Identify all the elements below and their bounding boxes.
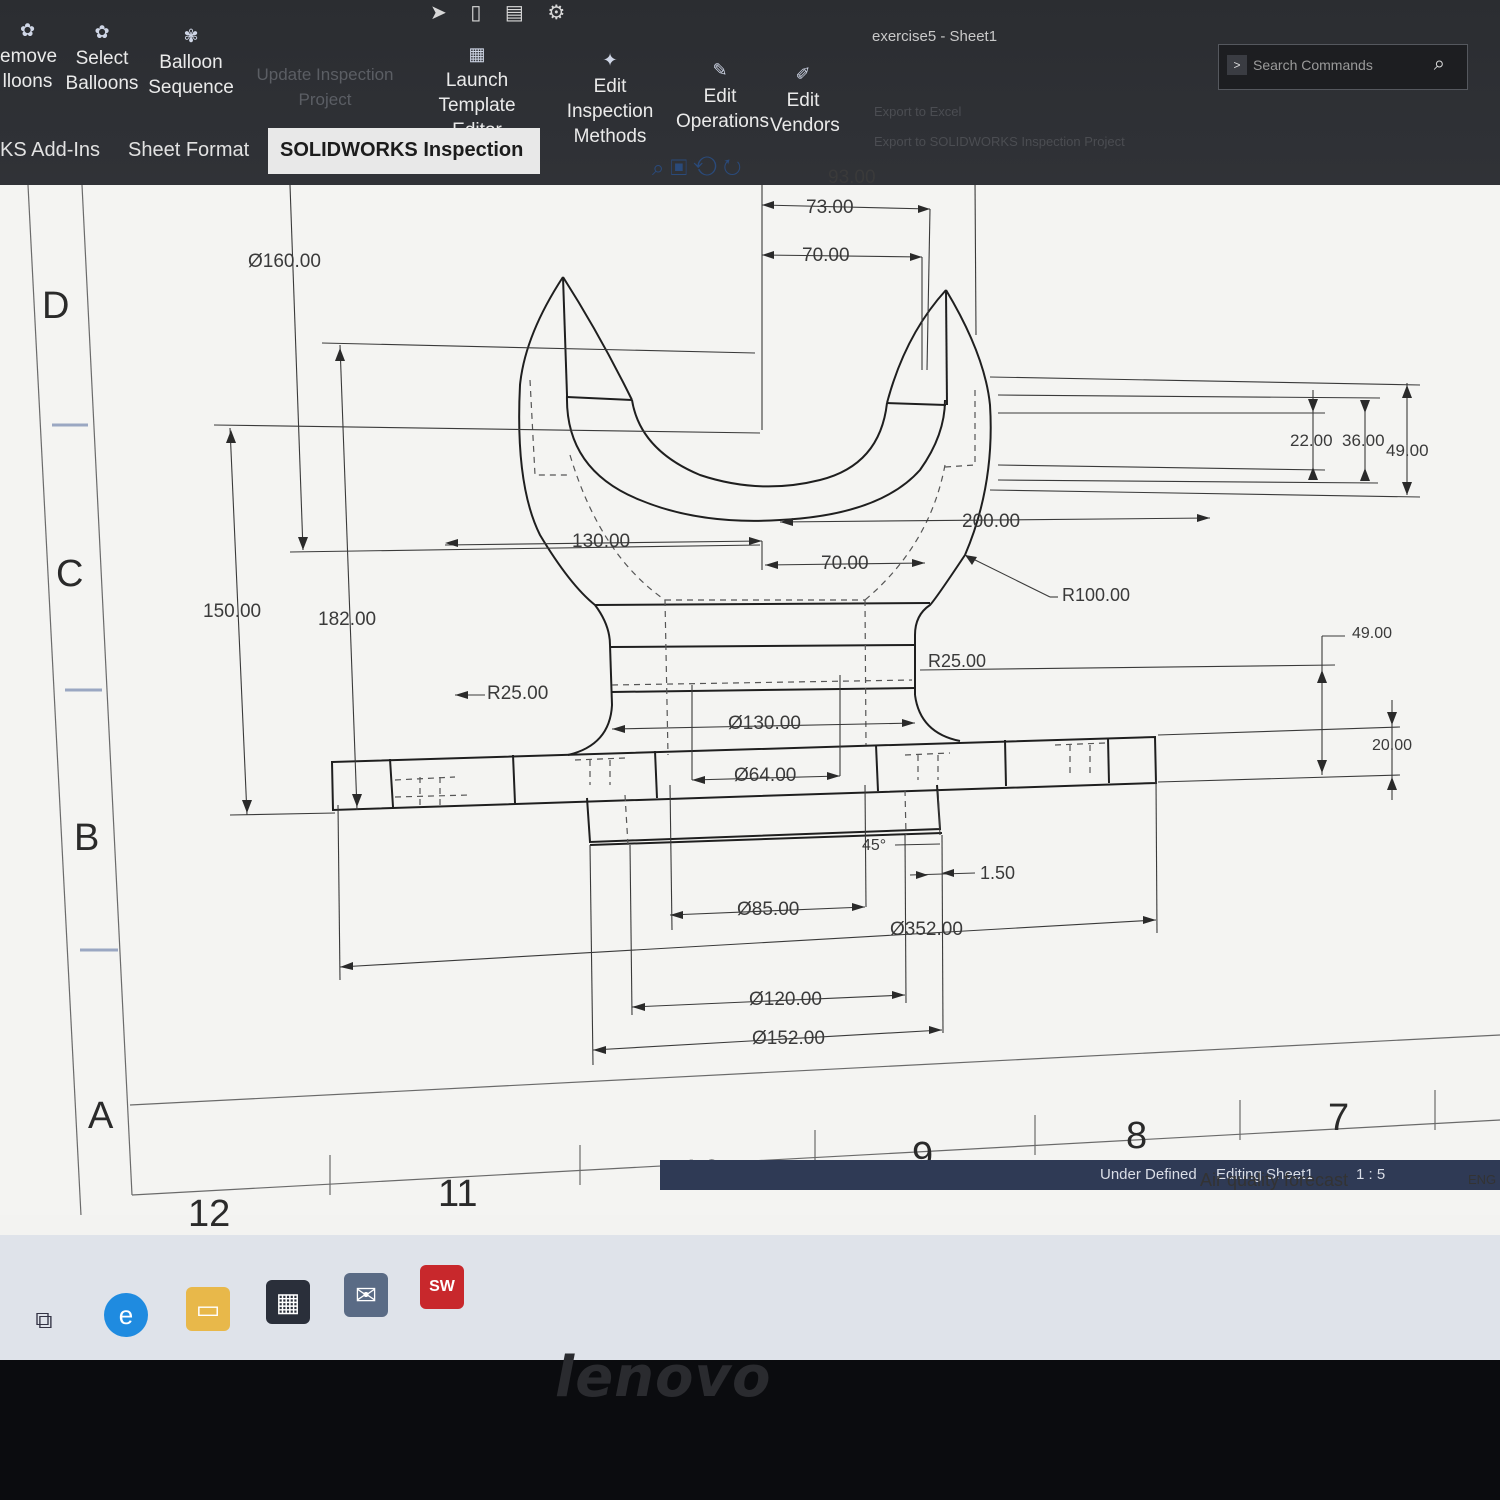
file-properties-icon[interactable]: ▤ [505,2,524,24]
dim-130[interactable]: 130.00 [572,531,630,553]
search-icon[interactable]: ⌕ [1434,53,1445,76]
clipboard-icon[interactable]: ▯ [470,2,481,24]
search-input[interactable]: Search Commands [1253,57,1373,73]
dim-70-mid[interactable]: 70.00 [821,553,869,575]
store-icon[interactable]: ▦ [266,1280,310,1324]
zoom-to-fit-icon[interactable]: ⌕ [652,155,664,180]
mail-icon[interactable]: ✉ [344,1273,388,1317]
dim-182[interactable]: 182.00 [318,609,376,631]
zoom-area-icon[interactable]: ▣ [670,155,687,180]
command-manager-tabs: KS Add-Ins Sheet Format SOLIDWORKS Inspe… [0,128,1500,174]
quick-access-toolbar: ➤ ▯ ▤ ⚙ [430,0,583,30]
heads-up-view-toolbar: ⌕ ▣ ⟲ ↻ [652,155,742,181]
dim-20[interactable]: 20.00 [1372,737,1412,755]
balloon-remove-icon: ✿ [19,20,36,40]
vendors-icon: ✐ [795,64,811,84]
lenovo-logo: lenovo [555,1345,772,1410]
screen: ➤ ▯ ▤ ⚙ exercise5 - Sheet1 ✿ emove lloon… [0,0,1500,1360]
inspection-methods-icon: ✦ [602,50,618,70]
dim-70-top[interactable]: 70.00 [802,245,850,267]
dim-93[interactable]: 93.00 [828,167,876,189]
weather-widget[interactable]: Air quality forecast [1200,1170,1348,1191]
tab-sheet-format[interactable]: Sheet Format [116,128,261,174]
select-arrow-icon[interactable]: ➤ [430,2,447,24]
zone-col-11: 11 [438,1173,478,1215]
dim-dia-352[interactable]: Ø352.00 [890,919,963,941]
dim-dia-130[interactable]: Ø130.00 [728,713,801,735]
zone-row-b: B [74,817,100,859]
zone-row-d: D [42,285,70,327]
select-balloons-button[interactable]: ✿ Select Balloons [64,20,140,96]
zone-col-12: 12 [188,1193,231,1235]
zone-col-7: 7 [1328,1097,1350,1139]
tab-solidworks-inspection[interactable]: SOLIDWORKS Inspection [268,128,540,174]
tab-addins[interactable]: KS Add-Ins [0,128,112,174]
rotate-icon[interactable]: ↻ [723,155,742,180]
edit-operations-button[interactable]: ✎ Edit Operations [676,58,769,134]
window-title: exercise5 - Sheet1 [872,28,998,45]
dim-r25-left[interactable]: R25.00 [487,683,548,705]
update-inspection-project-button[interactable]: Update Inspection Project [245,62,405,112]
dim-22[interactable]: 22.00 [1290,431,1333,451]
dim-dia-152[interactable]: Ø152.00 [752,1028,825,1050]
weather-text: Air quality forecast [1200,1170,1349,1190]
dim-dia-64[interactable]: Ø64.00 [734,765,796,787]
taskbar: ⧉ e ▭ ▦ ✉ SW [0,1235,1500,1360]
task-view-icon[interactable]: ⧉ [22,1299,66,1343]
zone-row-a: A [88,1095,114,1137]
search-commands[interactable]: > Search Commands ⌕ [1218,44,1468,90]
previous-view-icon[interactable]: ⟲ [693,155,717,180]
zone-row-c: C [56,553,84,595]
remove-balloons-button[interactable]: ✿ emove lloons [0,18,57,94]
template-editor-icon: ▦ [468,44,486,64]
dim-49-top[interactable]: 49.00 [1386,441,1429,461]
solidworks-taskbar-icon[interactable]: SW [420,1265,464,1309]
drawing-canvas [0,185,1500,1215]
dim-49-right[interactable]: 49.00 [1352,625,1392,643]
file-explorer-icon[interactable]: ▭ [186,1287,230,1331]
dim-200[interactable]: 200.00 [962,511,1020,533]
command-prompt-icon: > [1227,55,1247,75]
status-scale[interactable]: 1 : 5 [1356,1166,1385,1183]
edit-vendors-button[interactable]: ✐ Edit Vendors [770,62,840,138]
dim-73[interactable]: 73.00 [806,197,854,219]
drawing-sheet[interactable]: D C B A 12 11 10 9 8 7 93.00 73.00 70.00… [0,155,1500,1235]
dim-1-50[interactable]: 1.50 [980,863,1015,884]
status-definition: Under Defined [1100,1166,1197,1183]
status-bar: Under Defined Editing Sheet1 1 : 5 [660,1160,1500,1190]
language-indicator[interactable]: ENG [1468,1172,1496,1187]
zone-col-8: 8 [1126,1115,1148,1157]
ribbon: ➤ ▯ ▤ ⚙ exercise5 - Sheet1 ✿ emove lloon… [0,0,1500,185]
dim-150[interactable]: 150.00 [203,601,261,623]
operations-icon: ✎ [712,60,728,80]
dim-36[interactable]: 36.00 [1342,431,1385,451]
gear-icon[interactable]: ⚙ [547,2,565,24]
edge-browser-icon[interactable]: e [104,1293,148,1337]
dim-angle-45[interactable]: 45° [862,837,886,855]
dim-r25-right[interactable]: R25.00 [928,651,986,672]
export-excel-item[interactable]: Export to Excel [874,104,961,119]
balloon-select-icon: ✿ [94,22,110,42]
balloon-sequence-button[interactable]: ✾ Balloon Sequence [148,24,234,100]
dim-dia-85[interactable]: Ø85.00 [737,899,799,921]
dim-dia-160[interactable]: Ø160.00 [248,251,321,273]
balloon-sequence-icon: ✾ [183,26,199,46]
dim-dia-120[interactable]: Ø120.00 [749,989,822,1011]
dim-r100[interactable]: R100.00 [1062,585,1130,606]
